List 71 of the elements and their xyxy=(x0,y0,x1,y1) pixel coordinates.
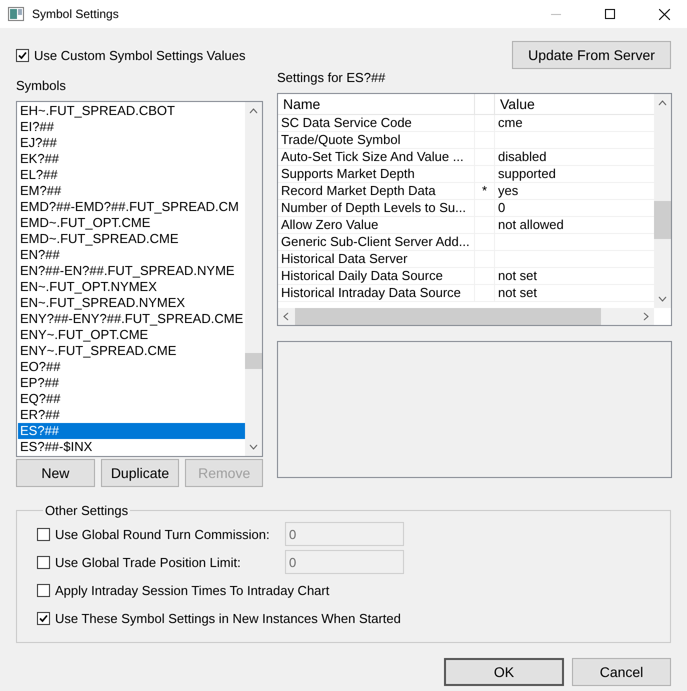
scrollbar[interactable] xyxy=(654,94,671,308)
window-title: Symbol Settings xyxy=(32,7,120,21)
checkbox[interactable] xyxy=(37,612,50,624)
list-item[interactable]: EL?## xyxy=(18,167,245,183)
table-cell: Generic Sub-Client Server Add... xyxy=(278,234,475,250)
scroll-thumb[interactable] xyxy=(295,308,601,325)
checkbox[interactable] xyxy=(37,584,50,596)
list-item[interactable]: EO?## xyxy=(18,359,245,375)
list-item[interactable]: ES?## xyxy=(18,423,245,439)
list-item[interactable]: ER?## xyxy=(18,407,245,423)
table-cell: Historical Intraday Data Source xyxy=(278,285,475,301)
table-cell: not set xyxy=(498,285,538,300)
settings-title: Settings for ES?## xyxy=(277,70,386,87)
app-icon xyxy=(8,7,24,21)
table-cell: * xyxy=(482,183,488,198)
list-item[interactable]: EMD?##-EMD?##.FUT_SPREAD.CM xyxy=(18,199,245,215)
checkbox[interactable] xyxy=(37,556,50,568)
list-item[interactable]: EN~.FUT_SPREAD.NYMEX xyxy=(18,295,245,311)
maximize-icon xyxy=(605,9,615,19)
list-item[interactable]: ENY~.FUT_SPREAD.CME xyxy=(18,343,245,359)
table-cell: Supports Market Depth xyxy=(278,166,475,182)
table-cell: cme xyxy=(498,115,523,130)
scrollbar[interactable] xyxy=(278,308,654,325)
table-cell: Historical Daily Data Source xyxy=(278,268,475,284)
ok-button[interactable]: OK xyxy=(444,658,564,686)
list-button[interactable]: Duplicate xyxy=(100,459,180,487)
scroll-thumb[interactable] xyxy=(245,353,262,369)
list-item[interactable]: EM?## xyxy=(18,183,245,199)
scroll-thumb[interactable] xyxy=(654,201,671,239)
checkbox-label: Use Global Trade Position Limit: xyxy=(55,554,242,570)
list-item[interactable]: EN~.FUT_OPT.NYMEX xyxy=(18,279,245,295)
list-item[interactable]: EH~.FUT_SPREAD.CBOT xyxy=(18,103,245,119)
checkbox-label: Use Global Round Turn Commission: xyxy=(55,526,271,542)
checkbox-label: Use Custom Symbol Settings Values xyxy=(34,48,246,62)
symbols-label: Symbols xyxy=(16,77,67,95)
scrollbar[interactable] xyxy=(245,102,262,456)
table-cell: Trade/Quote Symbol xyxy=(278,132,475,148)
table-cell: 0 xyxy=(498,200,506,215)
table-cell: Record Market Depth Data xyxy=(278,183,475,199)
list-item[interactable]: ENY~.FUT_OPT.CME xyxy=(18,327,245,343)
table-cell: supported xyxy=(498,166,556,181)
list-button[interactable]: New xyxy=(16,459,95,487)
checkbox[interactable] xyxy=(37,528,50,540)
table-cell: not set xyxy=(498,268,538,283)
table-cell: Auto-Set Tick Size And Value ... xyxy=(278,149,475,165)
table-cell: SC Data Service Code xyxy=(278,115,475,131)
update-button[interactable]: Update From Server xyxy=(512,41,671,69)
table-cell: yes xyxy=(498,183,518,198)
table-cell: Historical Data Server xyxy=(278,251,475,267)
table-cell: Allow Zero Value xyxy=(278,217,475,233)
list-item[interactable]: EQ?## xyxy=(18,391,245,407)
list-item[interactable]: EK?## xyxy=(18,151,245,167)
checkbox[interactable] xyxy=(16,48,29,62)
list-item[interactable]: EMD~.FUT_OPT.CME xyxy=(18,215,245,231)
list-item[interactable]: ES?##-$INX xyxy=(18,439,245,455)
list-item[interactable]: ENY?##-ENY?##.FUT_SPREAD.CME xyxy=(18,311,245,327)
group-title: Other Settings xyxy=(44,503,130,518)
column-header[interactable]: Name xyxy=(278,94,475,114)
list-item[interactable]: EJ?## xyxy=(18,135,245,151)
cancel-button[interactable]: Cancel xyxy=(572,658,671,686)
table-cell: not allowed xyxy=(498,217,564,232)
close-icon xyxy=(658,8,670,20)
table-cell: disabled xyxy=(498,149,546,164)
list-item[interactable]: EI?## xyxy=(18,119,245,135)
checkbox-label: Apply Intraday Session Times To Intraday Chart xyxy=(55,582,330,598)
checkbox-label: Use These Symbol Settings in New Instances When Started xyxy=(55,610,401,626)
list-item[interactable]: EN?##-EN?##.FUT_SPREAD.NYME xyxy=(18,263,245,279)
table-cell: Number of Depth Levels to Su... xyxy=(278,200,475,216)
list-item[interactable]: EN?## xyxy=(18,247,245,263)
list-item[interactable]: EMD~.FUT_SPREAD.CME xyxy=(18,231,245,247)
list-item[interactable]: EP?## xyxy=(18,375,245,391)
